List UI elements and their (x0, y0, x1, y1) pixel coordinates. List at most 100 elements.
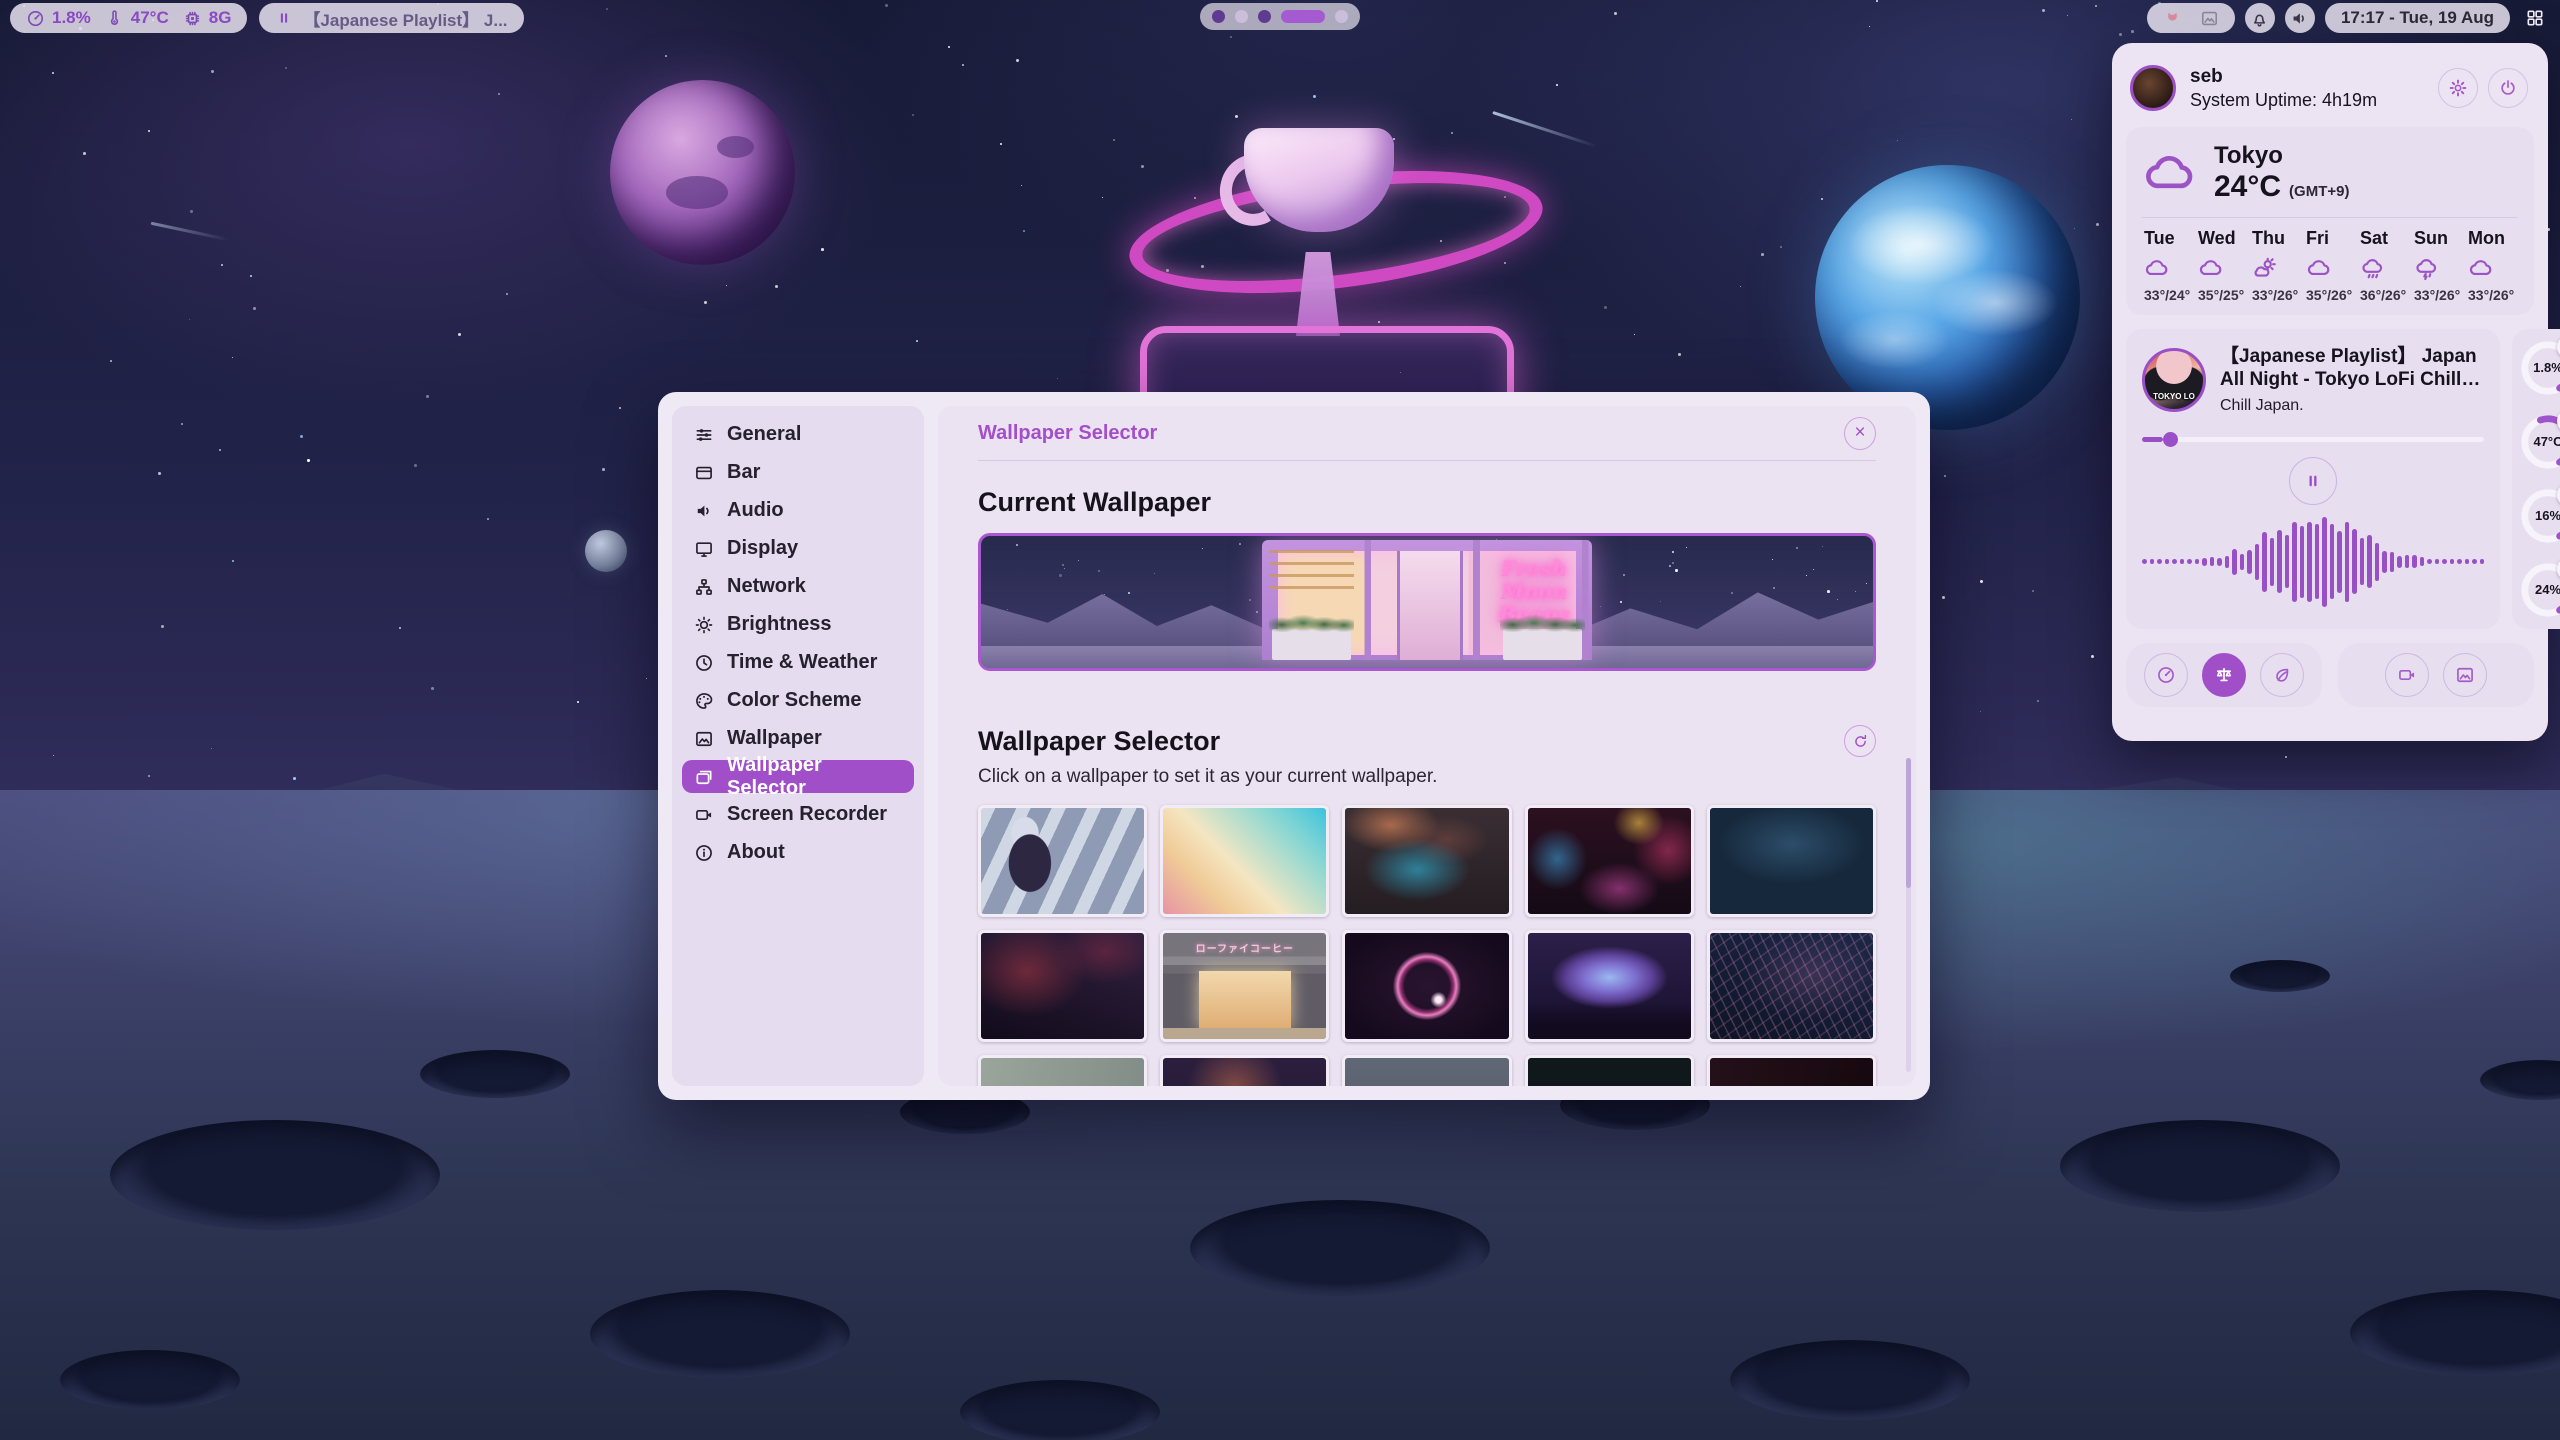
close-button[interactable]: × (1844, 417, 1876, 450)
settings-button[interactable] (2438, 68, 2478, 108)
cloud-icon (2198, 255, 2224, 281)
wallpaper-thumbnail-blossom-night[interactable] (1160, 1055, 1329, 1086)
sidebar-item-display[interactable]: Display (682, 532, 914, 565)
volume-icon (2290, 9, 2309, 28)
media-progress-slider[interactable] (2142, 431, 2484, 447)
gauge-icon (26, 9, 45, 28)
workspace-1-occupied[interactable] (1212, 10, 1225, 23)
system-stats-pill[interactable]: 1.8% 47°C 8G (10, 3, 247, 33)
cat-tray-icon[interactable] (2163, 9, 2182, 28)
user-name: seb (2190, 65, 2377, 89)
wallpaper-thumbnail-blur-teal-orange[interactable] (1342, 805, 1511, 917)
weather-temperature: 24°C (2214, 170, 2281, 204)
sidebar-item-time-weather[interactable]: Time & Weather (682, 646, 914, 679)
workspace-4-active[interactable] (1281, 10, 1325, 23)
storm-icon (2414, 255, 2440, 281)
wallpaper-grid: ローファイコーヒー (978, 805, 1876, 1086)
screenshot-tray-icon[interactable] (2200, 9, 2219, 28)
sidebar-item-bar[interactable]: Bar (682, 456, 914, 489)
thermometer-icon (105, 9, 124, 28)
workspace-2-empty[interactable] (1235, 10, 1248, 23)
sidebar-item-label: Brightness (727, 613, 831, 636)
sidebar-item-network[interactable]: Network (682, 570, 914, 603)
forecast-temps: 35°/25° (2198, 287, 2244, 303)
cloud-icon (2468, 255, 2494, 281)
sidebar-item-screen-recorder[interactable]: Screen Recorder (682, 798, 914, 831)
notifications-button[interactable] (2245, 3, 2275, 33)
sidebar-item-label: Audio (727, 499, 784, 522)
media-title: 【Japanese Playlist】 Japan All Night - To… (2220, 345, 2484, 393)
app-launcher-button[interactable] (2520, 3, 2550, 33)
sidebar-item-color-scheme[interactable]: Color Scheme (682, 684, 914, 717)
wallpaper-tool-button[interactable] (2443, 653, 2487, 697)
selector-header-row: Wallpaper Selector (978, 725, 1876, 757)
wallpaper-thumbnail-dark-forest[interactable] (1707, 805, 1876, 917)
brightness-icon (694, 615, 714, 635)
forecast-day: Thu 33°/26° (2252, 228, 2300, 303)
workspace-5-empty[interactable] (1335, 10, 1348, 23)
sidebar-item-general[interactable]: General (682, 418, 914, 451)
wallpaper-thumbnail-nebula-forest[interactable] (1525, 930, 1694, 1042)
system-uptime: System Uptime: 4h19m (2190, 89, 2377, 112)
sidebar-item-label: Screen Recorder (727, 803, 887, 826)
forecast-temps: 35°/26° (2306, 287, 2352, 303)
system-tray[interactable] (2147, 3, 2235, 33)
bar-right-cluster: 17:17 - Tue, 19 Aug (2147, 3, 2550, 33)
clock-icon (694, 653, 714, 673)
wallpaper-thumbnail-crimson-ruins[interactable] (978, 930, 1147, 1042)
wallpaper-thumbnail-dark-maroon[interactable] (1707, 1055, 1876, 1086)
stat-ring: 24% (2519, 561, 2560, 619)
weather-city: Tokyo (2214, 143, 2349, 169)
refresh-button[interactable] (1844, 725, 1876, 757)
sidebar-item-label: Wallpaper Selector (727, 754, 902, 800)
info-icon (694, 843, 714, 863)
scrollbar[interactable] (1906, 758, 1911, 1072)
album-art: TOKYO LO (2142, 348, 2206, 412)
sidebar-item-label: Time & Weather (727, 651, 877, 674)
sidebar-item-brightness[interactable]: Brightness (682, 608, 914, 641)
power-button[interactable] (2488, 68, 2528, 108)
rain-icon (2360, 255, 2386, 281)
forecast-day: Sat 36°/26° (2360, 228, 2408, 303)
sidebar-item-about[interactable]: About (682, 836, 914, 869)
screen-record-button[interactable] (2385, 653, 2429, 697)
cpu-temp: 47°C (105, 8, 169, 28)
settings-content: Wallpaper Selector × Current Wallpaper F… (938, 406, 1916, 1086)
wallpaper-thumbnail-anime-crosswalk[interactable] (978, 805, 1147, 917)
sidebar-item-audio[interactable]: Audio (682, 494, 914, 527)
volume-button[interactable] (2285, 3, 2315, 33)
balanced-profile-button[interactable] (2202, 653, 2246, 697)
sidebar-item-wallpaper[interactable]: Wallpaper (682, 722, 914, 755)
clock-pill[interactable]: 17:17 - Tue, 19 Aug (2325, 3, 2510, 33)
powersaver-profile-button[interactable] (2260, 653, 2304, 697)
sidebar-item-label: General (727, 423, 801, 446)
slider-knob[interactable] (2163, 432, 2178, 447)
wallpaper-thumbnail-neon-arcade[interactable] (1525, 805, 1694, 917)
system-stats-column: 1.8% 47°C 16% (2512, 329, 2560, 629)
speaker-icon (694, 501, 714, 521)
sidebar-item-wallpaper-selector[interactable]: Wallpaper Selector (682, 760, 914, 793)
wallpaper-thumbnail-lofi-coffee-shop[interactable]: ローファイコーヒー (1160, 930, 1329, 1042)
forecast-day-label: Wed (2198, 228, 2236, 249)
control-panel: seb System Uptime: 4h19m Tokyo 24°C (GMT… (2112, 43, 2548, 741)
cloud-icon (2144, 255, 2170, 281)
scrollbar-thumb[interactable] (1906, 758, 1911, 888)
cloud-icon (2306, 255, 2332, 281)
avatar (2130, 65, 2176, 111)
media-pill[interactable]: 【Japanese Playlist】 J... (259, 3, 523, 33)
wallpaper-thumbnail-dark-teal[interactable] (1525, 1055, 1694, 1086)
wallpaper-thumbnail-sage-field[interactable] (978, 1055, 1147, 1086)
preview-cafe: Fresh Moon Beans (1262, 540, 1592, 660)
forecast-temps: 33°/26° (2468, 287, 2514, 303)
wallpaper-thumbnail-wire-mesh[interactable] (1707, 930, 1876, 1042)
cafe-planter (1272, 629, 1351, 660)
wallpaper-thumbnail-purple-ring[interactable] (1342, 930, 1511, 1042)
memory-usage: 8G (183, 8, 232, 28)
play-pause-button[interactable] (2289, 457, 2337, 505)
wallpaper-thumbnail-pastel-gradient[interactable] (1160, 805, 1329, 917)
workspace-3-occupied[interactable] (1258, 10, 1271, 23)
performance-profile-button[interactable] (2144, 653, 2188, 697)
forecast-day-label: Sat (2360, 228, 2388, 249)
sidebar-item-label: Display (727, 537, 798, 560)
wallpaper-thumbnail-slate-gradient[interactable] (1342, 1055, 1511, 1086)
